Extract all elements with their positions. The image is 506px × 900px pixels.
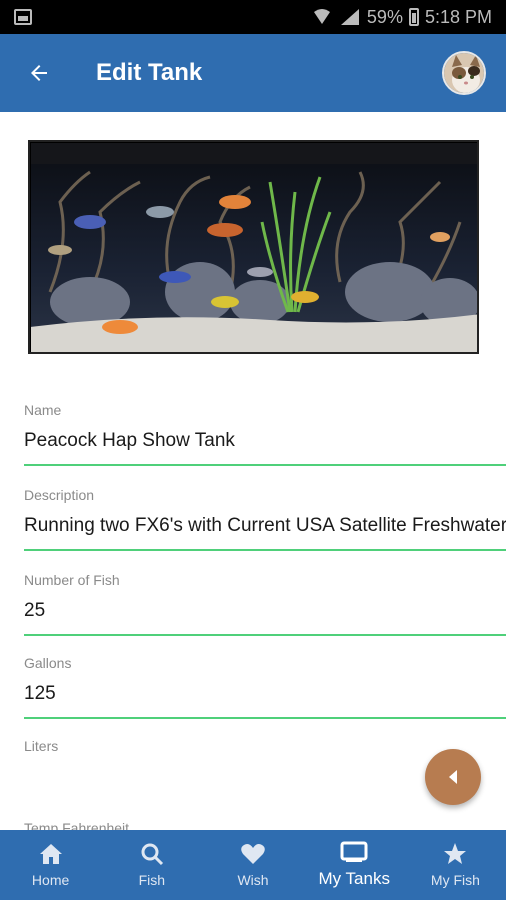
nav-item-fish[interactable]: Fish	[101, 830, 202, 900]
tank-icon	[340, 841, 368, 863]
description-label: Description	[24, 487, 95, 503]
status-right: 59% 5:18 PM	[311, 7, 492, 28]
back-button[interactable]	[14, 48, 64, 98]
num-fish-field[interactable]: Number of Fish 25	[24, 572, 506, 636]
heart-icon	[240, 842, 266, 866]
collapse-fab-button[interactable]	[425, 749, 481, 805]
nav-label-my-tanks: My Tanks	[318, 869, 390, 888]
name-label: Name	[24, 402, 62, 418]
wifi-icon	[311, 8, 333, 26]
description-underline	[24, 549, 506, 551]
gallons-label: Gallons	[24, 655, 72, 671]
status-time: 5:18 PM	[424, 6, 492, 27]
star-icon	[443, 842, 467, 866]
temp-f-field[interactable]: Temp Fahrenheit	[24, 820, 506, 830]
nav-item-wish[interactable]: Wish	[202, 830, 303, 900]
nav-label-my-fish: My Fish	[430, 872, 480, 888]
num-fish-underline	[24, 634, 506, 636]
avatar[interactable]	[442, 51, 486, 95]
nav-item-home[interactable]: Home	[0, 830, 101, 900]
num-fish-input[interactable]: 25	[24, 600, 506, 626]
edit-tank-form: Name Peacock Hap Show Tank Description R…	[0, 112, 506, 830]
battery-icon	[408, 8, 419, 26]
app-bar: Edit Tank	[0, 34, 506, 112]
liters-label: Liters	[24, 738, 59, 754]
aquarium-photo-icon	[30, 142, 477, 352]
status-left	[14, 9, 32, 25]
nav-item-my-tanks[interactable]: My Tanks	[304, 830, 405, 900]
nav-label-wish: Wish	[237, 872, 269, 888]
cell-signal-icon	[339, 8, 361, 26]
name-input[interactable]: Peacock Hap Show Tank	[24, 430, 506, 456]
back-arrow-icon	[31, 65, 47, 81]
bottom-nav: Home Fish Wish My Tanks My Fish	[0, 830, 506, 900]
gallons-field[interactable]: Gallons 125	[24, 655, 506, 719]
page-title: Edit Tank	[96, 59, 203, 86]
description-field[interactable]: Description Running two FX6's with Curre…	[24, 487, 506, 551]
temp-f-label: Temp Fahrenheit	[24, 820, 130, 830]
caret-left-icon	[449, 770, 457, 784]
nav-label-home: Home	[31, 872, 70, 888]
tank-photo[interactable]	[28, 140, 479, 354]
description-input[interactable]: Running two FX6's with Current USA Satel…	[24, 515, 506, 541]
name-field[interactable]: Name Peacock Hap Show Tank	[24, 402, 506, 466]
nav-label-fish: Fish	[138, 872, 166, 888]
home-icon	[38, 842, 64, 866]
nav-item-my-fish[interactable]: My Fish	[405, 830, 506, 900]
name-underline	[24, 464, 506, 466]
gallons-input[interactable]: 125	[24, 683, 506, 709]
num-fish-label: Number of Fish	[24, 572, 120, 588]
gallons-underline	[24, 717, 506, 719]
search-icon	[140, 842, 164, 866]
status-bar: 59% 5:18 PM	[0, 0, 506, 34]
cat-avatar-icon	[444, 53, 484, 93]
notification-icon	[14, 9, 32, 25]
battery-percent: 59%	[366, 6, 403, 27]
